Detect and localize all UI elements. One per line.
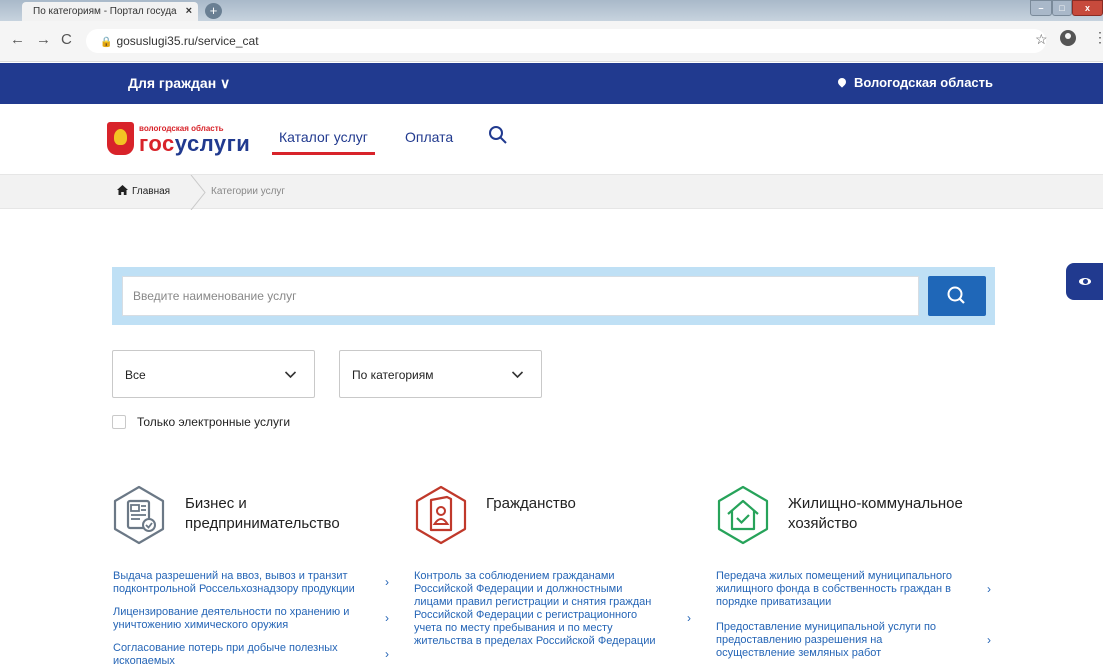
new-tab-button[interactable]: +: [205, 3, 222, 19]
service-line: учета по месту пребывания и по месту: [414, 622, 613, 634]
bookmark-star-icon[interactable]: ☆: [1035, 31, 1048, 48]
browser-tab[interactable]: По категориям - Портал госуда ×: [22, 2, 198, 21]
accessibility-button[interactable]: [1066, 263, 1103, 300]
tab-title: По категориям - Портал госуда: [33, 6, 177, 17]
category-citizenship-title[interactable]: Гражданство: [486, 494, 576, 514]
search-button[interactable]: [928, 276, 986, 316]
browser-tabbar: По категориям - Портал госуда × + – □ x: [0, 0, 1103, 21]
chevron-down-icon: [285, 371, 296, 379]
chevron-right-icon[interactable]: ›: [687, 611, 691, 625]
electronic-only-label: Только электронные услуги: [137, 415, 291, 429]
logo-wordmark: госуслуги: [139, 131, 250, 157]
service-line: лицами правил регистрации и снятия гражд…: [414, 596, 652, 608]
back-icon[interactable]: ←: [10, 31, 25, 48]
nav-payment-link[interactable]: Оплата: [405, 129, 453, 145]
service-line: Российской Федерации и должностными: [414, 583, 623, 595]
service-link[interactable]: Лицензирование деятельности по хранению …: [113, 606, 349, 632]
service-link[interactable]: Передача жилых помещений муниципального …: [716, 570, 952, 609]
service-line: жительства в пределах Российской Федерац…: [414, 635, 656, 647]
service-link[interactable]: Согласование потерь при добыче полезных …: [113, 642, 338, 668]
service-line: подконтрольной Россельхознадзору продукц…: [113, 583, 355, 595]
category-title-line: Бизнес и: [185, 495, 247, 512]
grouping-select[interactable]: По категориям: [339, 350, 542, 398]
service-line: предоставлению разрешения на: [716, 634, 883, 646]
service-line: Предоставление муниципальной услуги по: [716, 621, 937, 633]
url-field[interactable]: 🔒 gosuslugi35.ru/service_cat: [86, 29, 1046, 53]
window-maximize-button[interactable]: □: [1052, 0, 1072, 16]
chevron-down-icon: [512, 371, 523, 379]
service-search: Введите наименование услуг: [112, 267, 995, 325]
search-icon: [947, 286, 965, 304]
grouping-select-value: По категориям: [352, 368, 434, 382]
address-bar: ← → C 🔒 gosuslugi35.ru/service_cat ☆ ⋮: [0, 21, 1103, 62]
forward-icon[interactable]: →: [36, 31, 51, 48]
region-selector[interactable]: Вологодская область: [836, 75, 994, 90]
business-document-icon: [113, 485, 165, 545]
service-line: Российской Федерации с регистрационного: [414, 609, 638, 621]
chevron-right-icon[interactable]: ›: [385, 575, 389, 589]
chevron-right-icon[interactable]: ›: [987, 582, 991, 596]
scope-select[interactable]: Все: [112, 350, 315, 398]
service-line: уничтожению химического оружия: [113, 619, 289, 631]
category-housing-title[interactable]: Жилищно-коммунальное хозяйство: [788, 494, 963, 534]
tab-close-icon[interactable]: ×: [186, 2, 192, 21]
service-link[interactable]: Предоставление муниципальной услуги по п…: [716, 621, 936, 660]
audience-dropdown[interactable]: Для граждан ∨: [128, 75, 230, 92]
service-line: осуществление земляных работ: [716, 647, 882, 659]
scope-select-value: Все: [125, 368, 146, 382]
service-line: Согласование потерь при добыче полезных: [113, 642, 338, 654]
chevron-right-icon[interactable]: ›: [385, 611, 389, 625]
service-line: порядке приватизации: [716, 596, 832, 608]
chevron-right-icon[interactable]: ›: [385, 647, 389, 661]
breadcrumb-separator: [190, 175, 206, 210]
service-line: ископаемых: [113, 655, 175, 667]
reload-icon[interactable]: C: [61, 31, 72, 48]
site-topbar: Для граждан ∨ Вологодская область: [0, 63, 1103, 104]
header-search-icon[interactable]: [488, 125, 508, 145]
passport-icon: [415, 485, 467, 545]
service-line: жилищного фонда в собственность граждан …: [716, 583, 951, 595]
breadcrumb-home[interactable]: Главная: [117, 185, 170, 197]
eye-icon: [1079, 278, 1091, 285]
category-title-line: хозяйство: [788, 515, 858, 532]
electronic-only-checkbox[interactable]: [112, 415, 126, 429]
service-line: Передача жилых помещений муниципального: [716, 570, 952, 582]
window-minimize-button[interactable]: –: [1030, 0, 1052, 16]
browser-menu-icon[interactable]: ⋮: [1093, 29, 1103, 46]
home-icon: [117, 185, 128, 195]
category-business-title[interactable]: Бизнес и предпринимательство: [185, 494, 340, 534]
breadcrumb: Главная Категории услуг: [0, 174, 1103, 210]
chevron-right-icon[interactable]: ›: [987, 633, 991, 647]
coat-of-arms-icon: [107, 122, 134, 155]
nav-catalog-link[interactable]: Каталог услуг: [272, 129, 375, 155]
service-line: Выдача разрешений на ввоз, вывоз и транз…: [113, 570, 348, 582]
service-link[interactable]: Выдача разрешений на ввоз, вывоз и транз…: [113, 570, 355, 596]
search-input[interactable]: Введите наименование услуг: [122, 276, 919, 316]
lock-icon: 🔒: [100, 37, 113, 48]
region-label: Вологодская область: [854, 75, 994, 90]
category-title-line: Жилищно-коммунальное: [788, 495, 963, 512]
breadcrumb-current: Категории услуг: [211, 186, 286, 197]
logo-part-gos: гос: [139, 131, 175, 156]
house-check-icon: [717, 485, 769, 545]
service-line: Контроль за соблюдением гражданами: [414, 570, 615, 582]
category-title-line: Гражданство: [486, 495, 576, 512]
account-icon[interactable]: [1060, 30, 1076, 46]
window-close-button[interactable]: x: [1072, 0, 1103, 16]
service-link[interactable]: Контроль за соблюдением гражданами Росси…: [414, 570, 655, 648]
url-text: gosuslugi35.ru/service_cat: [116, 34, 259, 48]
gosuslugi-logo[interactable]: вологодская область госуслуги: [107, 120, 252, 162]
location-pin-icon: [836, 76, 848, 88]
service-line: Лицензирование деятельности по хранению …: [113, 606, 350, 618]
breadcrumb-home-label: Главная: [132, 186, 171, 197]
category-title-line: предпринимательство: [185, 515, 340, 532]
logo-part-uslugi: услуги: [174, 131, 251, 156]
